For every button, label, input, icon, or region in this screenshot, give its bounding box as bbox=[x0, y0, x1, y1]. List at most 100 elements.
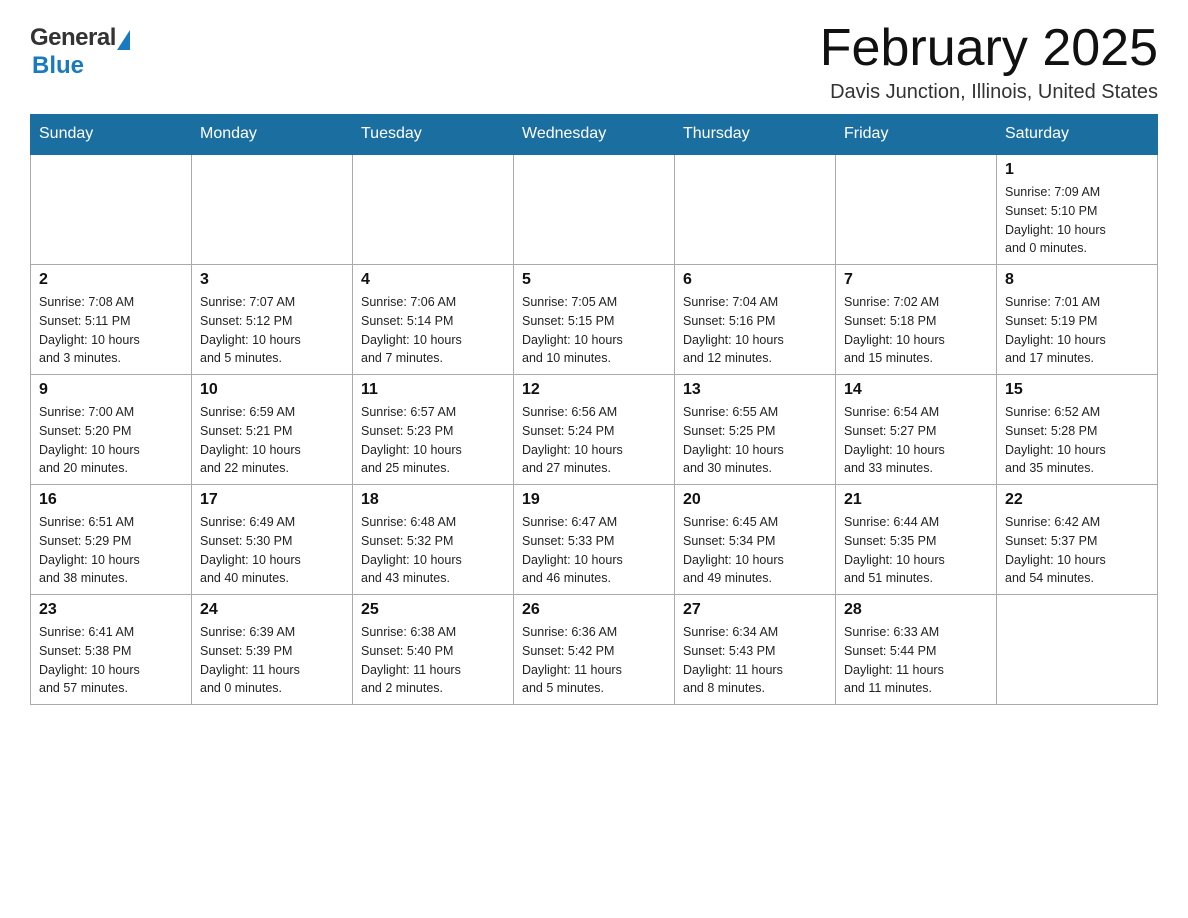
logo-chevron-icon bbox=[117, 30, 130, 50]
day-info: Sunrise: 7:04 AM Sunset: 5:16 PM Dayligh… bbox=[683, 293, 827, 368]
day-info: Sunrise: 7:09 AM Sunset: 5:10 PM Dayligh… bbox=[1005, 183, 1149, 258]
day-info: Sunrise: 6:41 AM Sunset: 5:38 PM Dayligh… bbox=[39, 623, 183, 698]
day-number: 22 bbox=[1005, 491, 1149, 509]
calendar-cell: 13 Sunrise: 6:55 AM Sunset: 5:25 PM Dayli… bbox=[675, 375, 836, 485]
day-info: Sunrise: 6:39 AM Sunset: 5:39 PM Dayligh… bbox=[200, 623, 344, 698]
calendar-cell: 1 Sunrise: 7:09 AM Sunset: 5:10 PM Daylig… bbox=[997, 154, 1158, 265]
day-number: 1 bbox=[1005, 161, 1149, 179]
day-number: 6 bbox=[683, 271, 827, 289]
calendar-cell: 12 Sunrise: 6:56 AM Sunset: 5:24 PM Dayli… bbox=[514, 375, 675, 485]
calendar-cell bbox=[192, 154, 353, 265]
day-number: 24 bbox=[200, 601, 344, 619]
calendar-table: SundayMondayTuesdayWednesdayThursdayFrid… bbox=[30, 114, 1158, 705]
day-number: 18 bbox=[361, 491, 505, 509]
day-number: 13 bbox=[683, 381, 827, 399]
calendar-cell bbox=[836, 154, 997, 265]
day-info: Sunrise: 7:06 AM Sunset: 5:14 PM Dayligh… bbox=[361, 293, 505, 368]
calendar-cell: 8 Sunrise: 7:01 AM Sunset: 5:19 PM Daylig… bbox=[997, 265, 1158, 375]
weekday-header-saturday: Saturday bbox=[997, 115, 1158, 155]
weekday-header-row: SundayMondayTuesdayWednesdayThursdayFrid… bbox=[31, 115, 1158, 155]
calendar-week-5: 23 Sunrise: 6:41 AM Sunset: 5:38 PM Dayli… bbox=[31, 595, 1158, 705]
calendar-cell: 22 Sunrise: 6:42 AM Sunset: 5:37 PM Dayli… bbox=[997, 485, 1158, 595]
day-number: 23 bbox=[39, 601, 183, 619]
calendar-cell: 7 Sunrise: 7:02 AM Sunset: 5:18 PM Daylig… bbox=[836, 265, 997, 375]
day-info: Sunrise: 6:48 AM Sunset: 5:32 PM Dayligh… bbox=[361, 513, 505, 588]
day-number: 7 bbox=[844, 271, 988, 289]
calendar-cell: 4Sunrise: 7:06 AM Sunset: 5:14 PM Daylig… bbox=[353, 265, 514, 375]
calendar-cell: 10Sunrise: 6:59 AM Sunset: 5:21 PM Dayli… bbox=[192, 375, 353, 485]
title-area: February 2025 Davis Junction, Illinois, … bbox=[820, 20, 1158, 104]
weekday-header-tuesday: Tuesday bbox=[353, 115, 514, 155]
day-info: Sunrise: 6:51 AM Sunset: 5:29 PM Dayligh… bbox=[39, 513, 183, 588]
day-info: Sunrise: 7:00 AM Sunset: 5:20 PM Dayligh… bbox=[39, 403, 183, 478]
day-number: 25 bbox=[361, 601, 505, 619]
day-info: Sunrise: 6:34 AM Sunset: 5:43 PM Dayligh… bbox=[683, 623, 827, 698]
day-number: 3 bbox=[200, 271, 344, 289]
day-info: Sunrise: 6:36 AM Sunset: 5:42 PM Dayligh… bbox=[522, 623, 666, 698]
day-number: 14 bbox=[844, 381, 988, 399]
day-number: 12 bbox=[522, 381, 666, 399]
day-number: 20 bbox=[683, 491, 827, 509]
calendar-cell: 6 Sunrise: 7:04 AM Sunset: 5:16 PM Daylig… bbox=[675, 265, 836, 375]
day-info: Sunrise: 6:57 AM Sunset: 5:23 PM Dayligh… bbox=[361, 403, 505, 478]
day-number: 2 bbox=[39, 271, 183, 289]
calendar-cell: 28 Sunrise: 6:33 AM Sunset: 5:44 PM Dayli… bbox=[836, 595, 997, 705]
logo: General Blue bbox=[30, 20, 130, 80]
page-header: General Blue February 2025 Davis Junctio… bbox=[30, 20, 1158, 104]
weekday-header-monday: Monday bbox=[192, 115, 353, 155]
day-number: 16 bbox=[39, 491, 183, 509]
calendar-cell bbox=[997, 595, 1158, 705]
calendar-cell: 17 Sunrise: 6:49 AM Sunset: 5:30 PM Dayli… bbox=[192, 485, 353, 595]
day-info: Sunrise: 6:45 AM Sunset: 5:34 PM Dayligh… bbox=[683, 513, 827, 588]
calendar-cell: 23 Sunrise: 6:41 AM Sunset: 5:38 PM Dayli… bbox=[31, 595, 192, 705]
day-info: Sunrise: 7:05 AM Sunset: 5:15 PM Dayligh… bbox=[522, 293, 666, 368]
logo-general-text: General bbox=[30, 24, 116, 52]
day-info: Sunrise: 7:08 AM Sunset: 5:11 PM Dayligh… bbox=[39, 293, 183, 368]
calendar-cell bbox=[675, 154, 836, 265]
day-number: 19 bbox=[522, 491, 666, 509]
calendar-cell: 25Sunrise: 6:38 AM Sunset: 5:40 PM Dayli… bbox=[353, 595, 514, 705]
calendar-body: 1 Sunrise: 7:09 AM Sunset: 5:10 PM Daylig… bbox=[31, 154, 1158, 705]
calendar-cell: 20 Sunrise: 6:45 AM Sunset: 5:34 PM Dayli… bbox=[675, 485, 836, 595]
day-number: 11 bbox=[361, 381, 505, 399]
day-number: 10 bbox=[200, 381, 344, 399]
day-info: Sunrise: 6:33 AM Sunset: 5:44 PM Dayligh… bbox=[844, 623, 988, 698]
day-info: Sunrise: 7:01 AM Sunset: 5:19 PM Dayligh… bbox=[1005, 293, 1149, 368]
weekday-header-sunday: Sunday bbox=[31, 115, 192, 155]
day-info: Sunrise: 6:47 AM Sunset: 5:33 PM Dayligh… bbox=[522, 513, 666, 588]
weekday-header-friday: Friday bbox=[836, 115, 997, 155]
calendar-cell: 5Sunrise: 7:05 AM Sunset: 5:15 PM Daylig… bbox=[514, 265, 675, 375]
day-number: 27 bbox=[683, 601, 827, 619]
calendar-cell: 11 Sunrise: 6:57 AM Sunset: 5:23 PM Dayli… bbox=[353, 375, 514, 485]
calendar-cell: 27 Sunrise: 6:34 AM Sunset: 5:43 PM Dayli… bbox=[675, 595, 836, 705]
day-number: 21 bbox=[844, 491, 988, 509]
weekday-header-wednesday: Wednesday bbox=[514, 115, 675, 155]
day-info: Sunrise: 6:56 AM Sunset: 5:24 PM Dayligh… bbox=[522, 403, 666, 478]
calendar-cell: 16 Sunrise: 6:51 AM Sunset: 5:29 PM Dayli… bbox=[31, 485, 192, 595]
calendar-week-4: 16 Sunrise: 6:51 AM Sunset: 5:29 PM Dayli… bbox=[31, 485, 1158, 595]
calendar-cell: 18 Sunrise: 6:48 AM Sunset: 5:32 PM Dayli… bbox=[353, 485, 514, 595]
day-number: 15 bbox=[1005, 381, 1149, 399]
day-number: 9 bbox=[39, 381, 183, 399]
calendar-cell: 26 Sunrise: 6:36 AM Sunset: 5:42 PM Dayli… bbox=[514, 595, 675, 705]
day-info: Sunrise: 6:54 AM Sunset: 5:27 PM Dayligh… bbox=[844, 403, 988, 478]
calendar-cell: 2 Sunrise: 7:08 AM Sunset: 5:11 PM Daylig… bbox=[31, 265, 192, 375]
calendar-cell: 14 Sunrise: 6:54 AM Sunset: 5:27 PM Dayli… bbox=[836, 375, 997, 485]
day-info: Sunrise: 6:49 AM Sunset: 5:30 PM Dayligh… bbox=[200, 513, 344, 588]
calendar-week-1: 1 Sunrise: 7:09 AM Sunset: 5:10 PM Daylig… bbox=[31, 154, 1158, 265]
calendar-cell bbox=[514, 154, 675, 265]
day-number: 26 bbox=[522, 601, 666, 619]
logo-blue-text: Blue bbox=[32, 52, 84, 79]
calendar-header: SundayMondayTuesdayWednesdayThursdayFrid… bbox=[31, 115, 1158, 155]
day-info: Sunrise: 7:02 AM Sunset: 5:18 PM Dayligh… bbox=[844, 293, 988, 368]
day-number: 28 bbox=[844, 601, 988, 619]
calendar-week-2: 2 Sunrise: 7:08 AM Sunset: 5:11 PM Daylig… bbox=[31, 265, 1158, 375]
calendar-cell bbox=[353, 154, 514, 265]
day-info: Sunrise: 6:42 AM Sunset: 5:37 PM Dayligh… bbox=[1005, 513, 1149, 588]
day-number: 8 bbox=[1005, 271, 1149, 289]
day-info: Sunrise: 6:55 AM Sunset: 5:25 PM Dayligh… bbox=[683, 403, 827, 478]
calendar-cell: 9 Sunrise: 7:00 AM Sunset: 5:20 PM Daylig… bbox=[31, 375, 192, 485]
calendar-cell: 3Sunrise: 7:07 AM Sunset: 5:12 PM Daylig… bbox=[192, 265, 353, 375]
calendar-cell: 24 Sunrise: 6:39 AM Sunset: 5:39 PM Dayli… bbox=[192, 595, 353, 705]
day-number: 17 bbox=[200, 491, 344, 509]
